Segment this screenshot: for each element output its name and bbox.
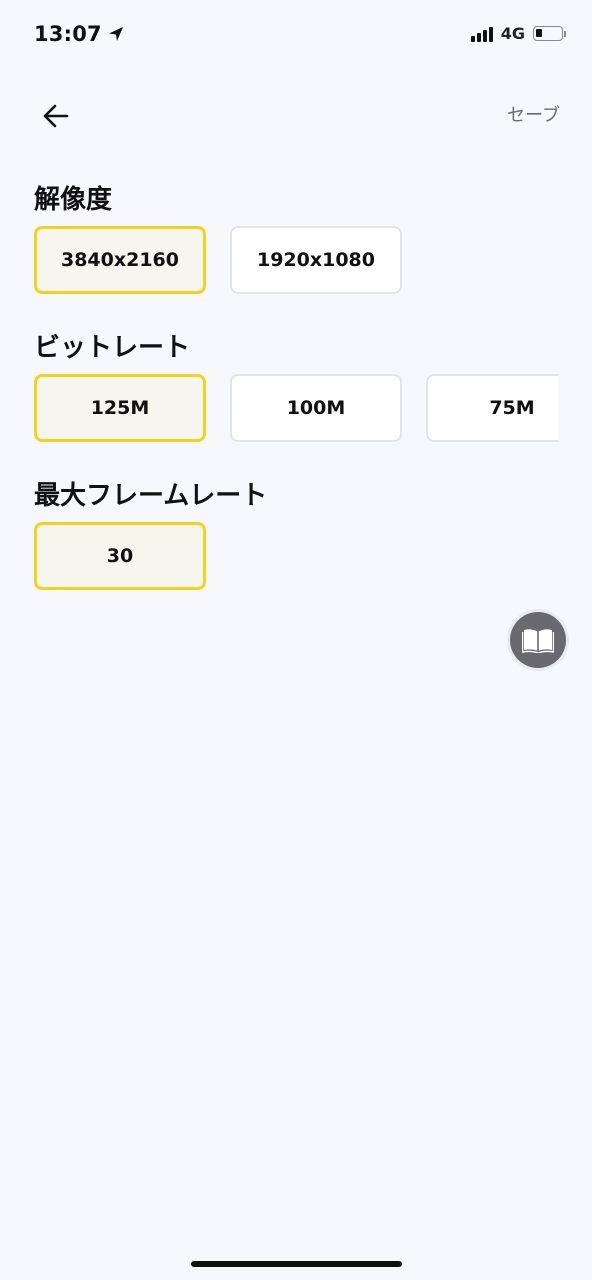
bitrate-option-75m[interactable]: 75M	[426, 374, 558, 442]
framerate-title: 最大フレームレート	[34, 481, 268, 511]
save-button[interactable]: セーブ	[507, 101, 560, 127]
framerate-options: 30	[34, 522, 558, 590]
bitrate-options: 125M 100M 75M	[34, 374, 558, 442]
status-time-text: 13:07	[34, 22, 102, 46]
network-label: 4G	[500, 24, 525, 43]
location-arrow-icon	[108, 27, 123, 41]
resolution-title: 解像度	[34, 185, 113, 215]
resolution-options: 3840x2160 1920x1080	[34, 226, 558, 294]
battery-icon	[533, 26, 566, 41]
bitrate-option-125m[interactable]: 125M	[34, 374, 206, 442]
resolution-option-1920x1080[interactable]: 1920x1080	[230, 226, 402, 294]
framerate-section: 最大フレームレート 30	[34, 478, 558, 590]
signal-icon	[470, 26, 493, 42]
status-time: 13:07	[34, 22, 124, 46]
framerate-option-30[interactable]: 30	[34, 522, 206, 590]
bitrate-title: ビットレート	[34, 333, 191, 363]
back-button[interactable]	[36, 96, 76, 136]
bitrate-option-100m[interactable]: 100M	[230, 374, 402, 442]
resolution-section: 解像度 3840x2160 1920x1080	[34, 182, 558, 294]
guide-button[interactable]	[507, 609, 569, 671]
arrow-left-icon	[43, 104, 69, 128]
bitrate-section: ビットレート 125M 100M 75M	[34, 330, 558, 442]
book-icon	[522, 629, 554, 653]
status-indicators: 4G	[470, 24, 566, 43]
status-bar: 13:07 4G	[0, 0, 592, 70]
home-indicator	[191, 1261, 402, 1267]
resolution-option-3840x2160[interactable]: 3840x2160	[34, 226, 206, 294]
